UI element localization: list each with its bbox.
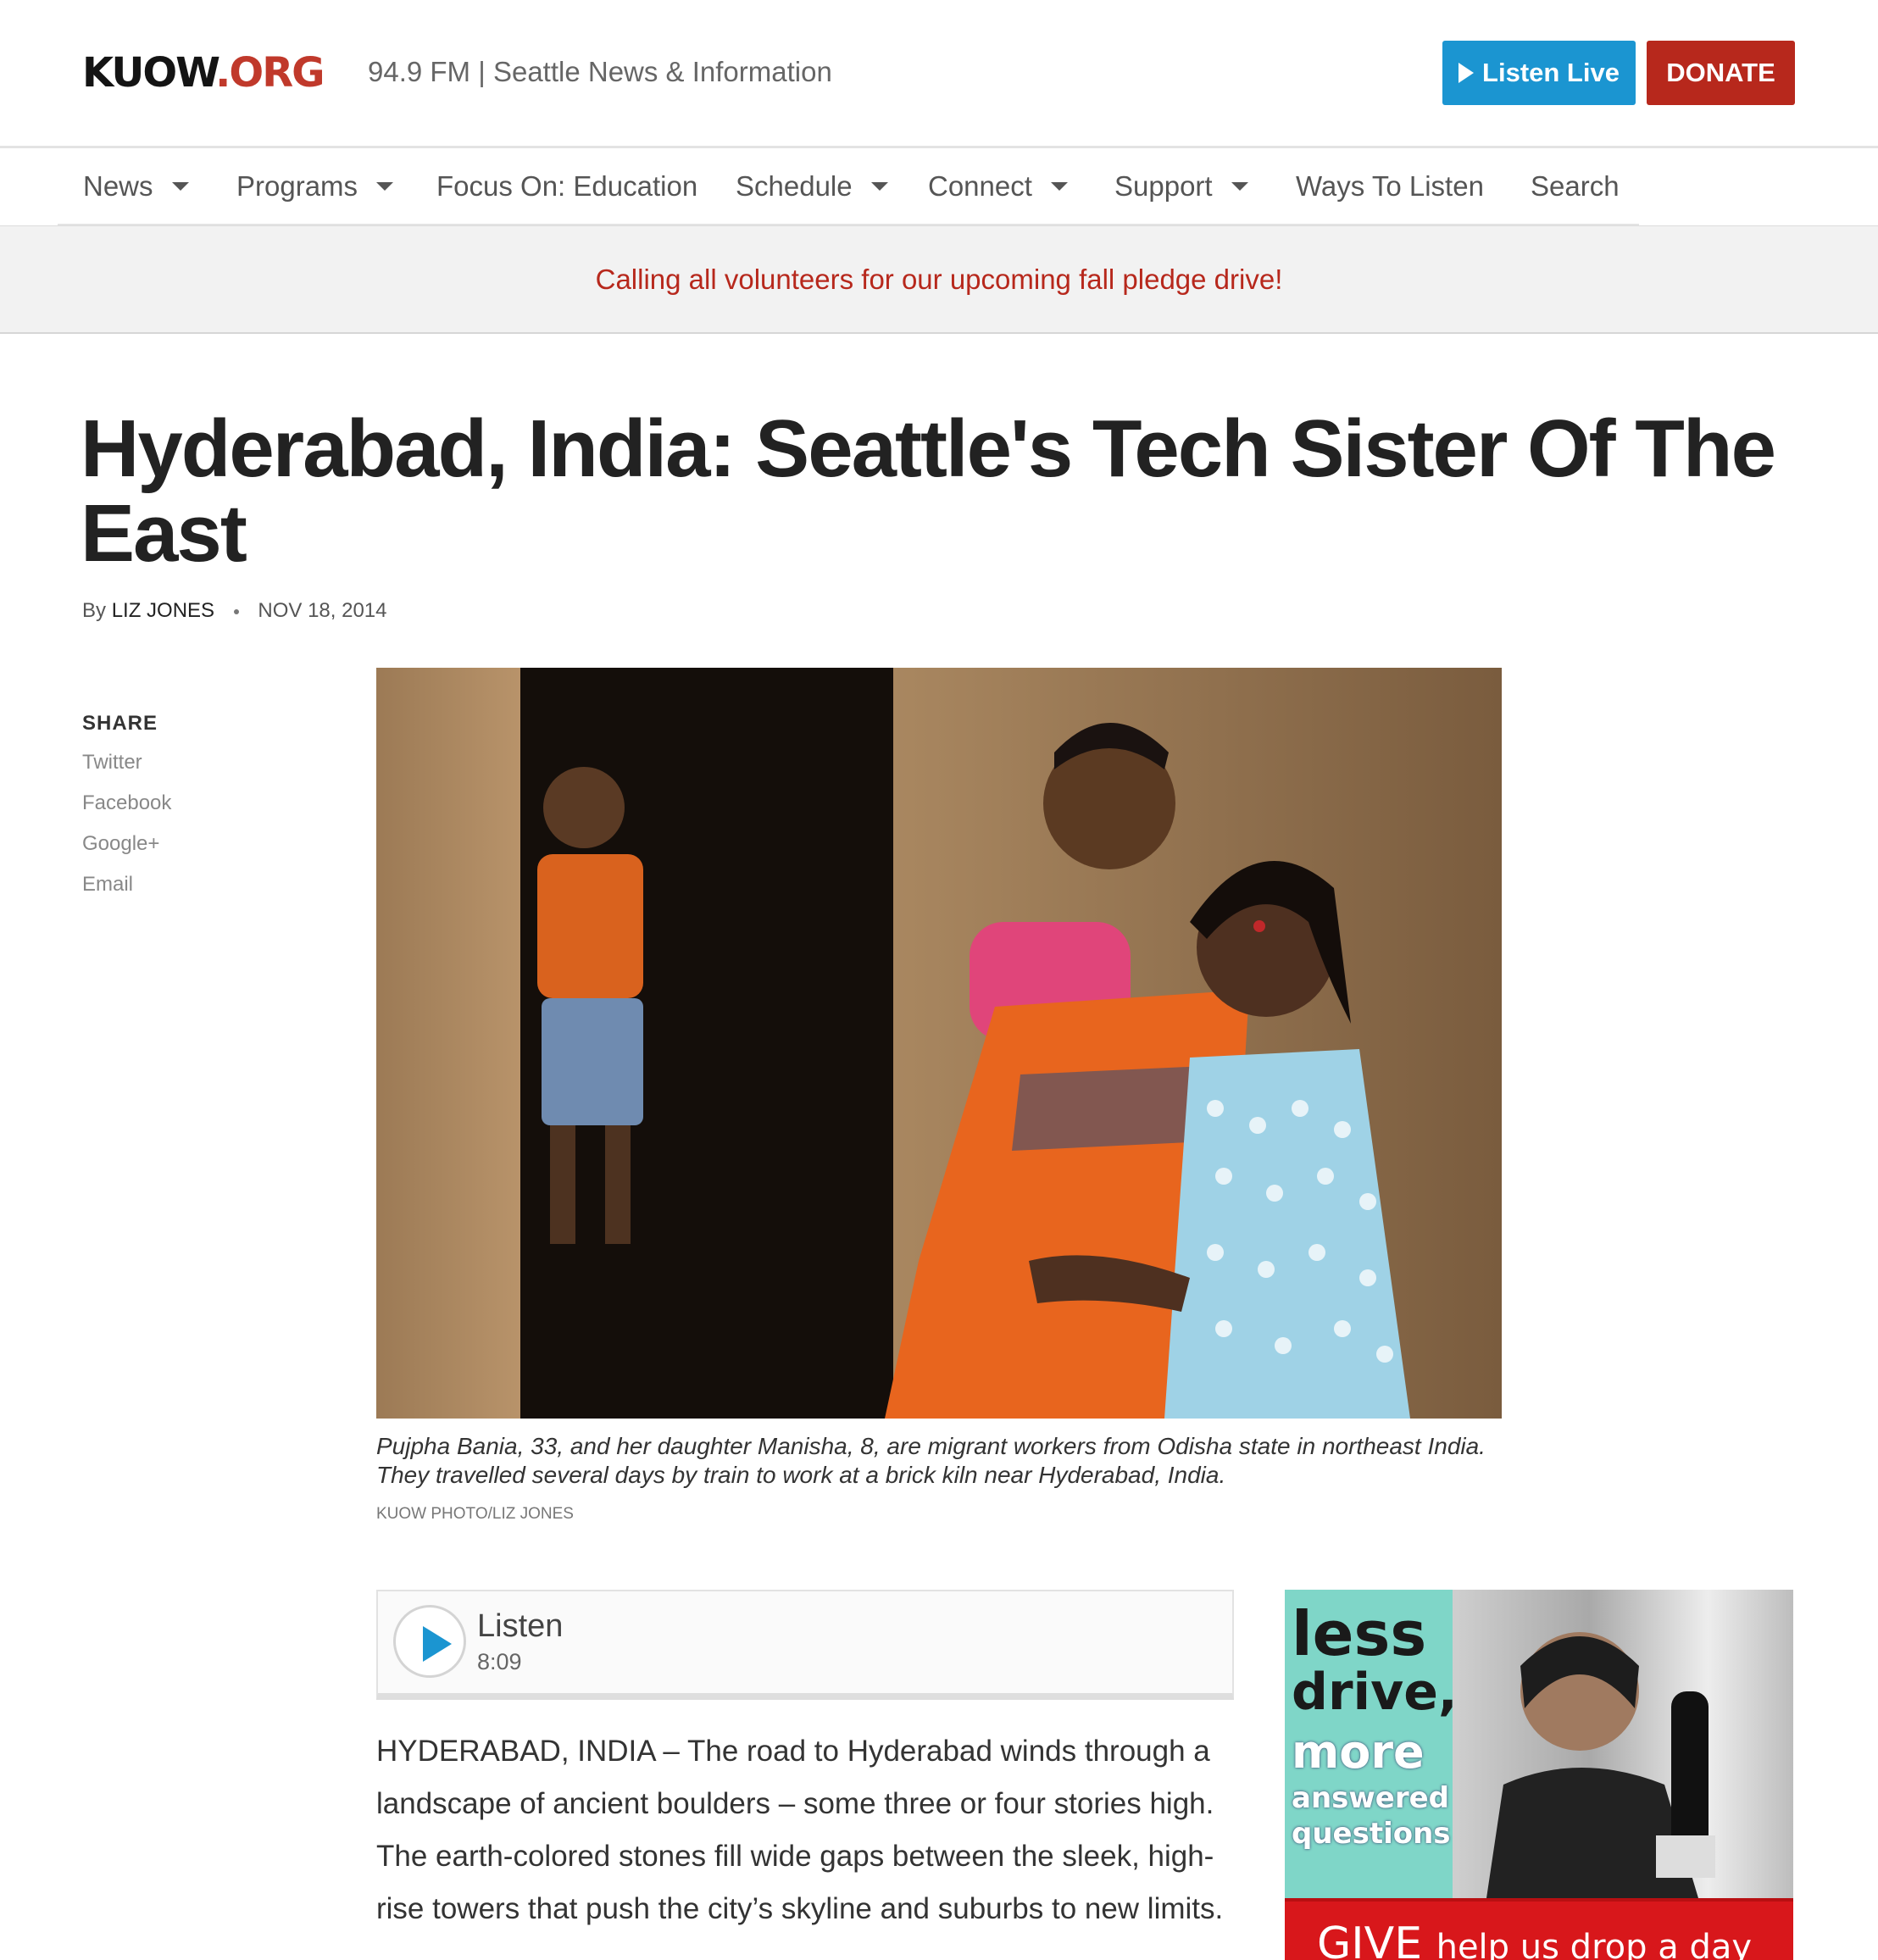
- site-header: KUOW.ORG 94.9 FM | Seattle News & Inform…: [0, 0, 1878, 146]
- nav-item-news[interactable]: News: [83, 170, 189, 203]
- caret-down-icon: [376, 182, 394, 191]
- ad-give-tail: help us drop a day: [1436, 1928, 1753, 1960]
- photo-caption: Pujpha Bania, 33, and her daughter Manis…: [376, 1433, 1486, 1488]
- caret-down-icon: [1231, 182, 1248, 191]
- nav-item-ways-to-listen[interactable]: Ways To Listen: [1296, 170, 1484, 203]
- byline: By Liz Jones Nov 18, 2014: [82, 599, 387, 623]
- nav-item-support[interactable]: Support: [1114, 170, 1248, 203]
- byline-prefix: By: [82, 599, 107, 622]
- ad-text-line: answered: [1292, 1781, 1450, 1815]
- pledge-drive-link[interactable]: Calling all volunteers for our upcoming …: [596, 264, 1283, 296]
- ad-give-text: GIVE help us drop a day: [1317, 1918, 1752, 1960]
- player-label: Listen: [477, 1608, 564, 1644]
- caret-down-icon: [1050, 182, 1068, 191]
- logo-suffix: .ORG: [215, 49, 325, 97]
- ad-give-band: GIVE help us drop a day: [1285, 1898, 1793, 1960]
- play-button[interactable]: [393, 1605, 466, 1678]
- play-icon: [1459, 63, 1475, 83]
- article-body-paragraph: HYDERABAD, INDIA – The road to Hyderabad…: [376, 1735, 1224, 1925]
- pledge-drive-ad[interactable]: less drive, more answered questions GIVE…: [1285, 1590, 1793, 1960]
- audio-player: Listen 8:09: [376, 1590, 1234, 1700]
- share-google-plus-link[interactable]: Google+: [82, 832, 171, 873]
- share-title: SHARE: [82, 712, 158, 735]
- share-panel: SHARE Twitter Facebook Google+ Email: [82, 712, 171, 913]
- ad-give-word: GIVE: [1317, 1918, 1423, 1960]
- ad-photo: [1453, 1590, 1793, 1898]
- nav-label: Programs: [236, 170, 358, 202]
- photo-credit: KUOW Photo/Liz Jones: [376, 1505, 574, 1523]
- nav-item-programs[interactable]: Programs: [236, 170, 394, 203]
- ad-text-line: drive,: [1292, 1663, 1458, 1722]
- listen-live-label: Listen Live: [1482, 58, 1620, 87]
- ad-text-line: more: [1292, 1725, 1425, 1779]
- share-facebook-link[interactable]: Facebook: [82, 791, 171, 832]
- author-link[interactable]: Liz Jones: [112, 599, 214, 622]
- nav-label: Schedule: [736, 170, 853, 202]
- nav-label: Ways To Listen: [1296, 170, 1484, 202]
- nav-label: Focus On: Education: [436, 170, 698, 202]
- nav-label: Connect: [928, 170, 1032, 202]
- share-twitter-link[interactable]: Twitter: [82, 751, 171, 791]
- nav-label: Search: [1531, 170, 1620, 202]
- announcement-banner: Calling all volunteers for our upcoming …: [0, 225, 1878, 334]
- caret-down-icon: [171, 182, 189, 191]
- nav-item-schedule[interactable]: Schedule: [736, 170, 888, 203]
- station-tagline: 94.9 FM | Seattle News & Information: [368, 56, 832, 87]
- site-logo[interactable]: KUOW.ORG: [82, 49, 325, 97]
- nav-label: Support: [1114, 170, 1213, 202]
- publish-date: Nov 18, 2014: [258, 599, 387, 622]
- caret-down-icon: [870, 182, 888, 191]
- player-duration: 8:09: [477, 1649, 522, 1674]
- nav-label: News: [83, 170, 153, 202]
- main-nav: News Programs Focus On: Education Schedu…: [0, 146, 1878, 225]
- share-email-link[interactable]: Email: [82, 873, 171, 913]
- donate-button[interactable]: DONATE: [1647, 41, 1795, 105]
- listen-live-button[interactable]: Listen Live: [1442, 41, 1636, 105]
- ad-text-line: questions: [1292, 1817, 1451, 1851]
- ad-text-line: less: [1292, 1598, 1427, 1669]
- article-headline: Hyderabad, India: Seattle's Tech Sister …: [81, 403, 1776, 579]
- article-photo: [376, 668, 1502, 1419]
- bullet-separator: [233, 608, 239, 614]
- nav-item-connect[interactable]: Connect: [928, 170, 1068, 203]
- nav-item-search[interactable]: Search: [1531, 170, 1620, 203]
- nav-item-focus-on-education[interactable]: Focus On: Education: [436, 170, 697, 203]
- logo-main: KUOW: [82, 49, 217, 97]
